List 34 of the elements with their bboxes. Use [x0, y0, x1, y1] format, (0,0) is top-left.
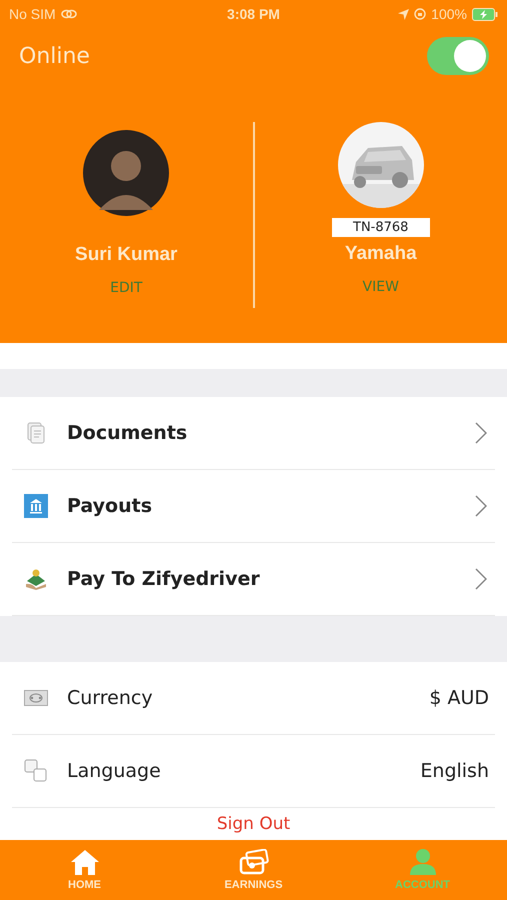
sign-out-button[interactable]: Sign Out — [210, 813, 296, 835]
money-hand-icon — [24, 567, 48, 591]
home-icon — [70, 849, 100, 875]
menu-item[interactable]: Payouts — [12, 470, 495, 543]
menu-item[interactable]: Documents — [12, 397, 495, 470]
driver-name: Suri Kumar — [75, 244, 178, 266]
setting-value: English — [420, 760, 489, 782]
bank-icon — [24, 494, 48, 518]
menu-label: Payouts — [67, 495, 154, 517]
online-toggle[interactable] — [427, 37, 489, 75]
clock-text: 3:08 PM — [227, 6, 280, 22]
battery-icon — [472, 8, 498, 20]
status-title: Online — [19, 44, 90, 68]
chevron-icon — [475, 495, 487, 517]
setting-value: $ AUD — [429, 687, 489, 709]
person-icon — [408, 849, 438, 875]
link-icon — [60, 9, 77, 19]
location-icon — [398, 8, 410, 20]
setting-item[interactable]: Language English — [12, 735, 495, 808]
chevron-icon — [475, 422, 487, 444]
menu-label: Pay To Zifyedriver — [67, 568, 261, 590]
license-plate: TN-8768 — [332, 218, 430, 237]
lock-rotation-icon — [414, 8, 426, 20]
menu-label: Documents — [67, 422, 188, 444]
cash-icon — [24, 690, 48, 706]
translate-icon — [24, 759, 48, 783]
battery-percent: 100% — [431, 6, 467, 22]
setting-item[interactable]: Currency $ AUD — [12, 662, 495, 735]
chevron-icon — [475, 568, 487, 590]
setting-label: Language — [67, 760, 162, 782]
setting-label: Currency — [67, 687, 154, 709]
cash-icon — [238, 849, 268, 875]
vehicle-name: Yamaha — [344, 243, 417, 265]
carrier-text: No SIM — [9, 6, 56, 22]
